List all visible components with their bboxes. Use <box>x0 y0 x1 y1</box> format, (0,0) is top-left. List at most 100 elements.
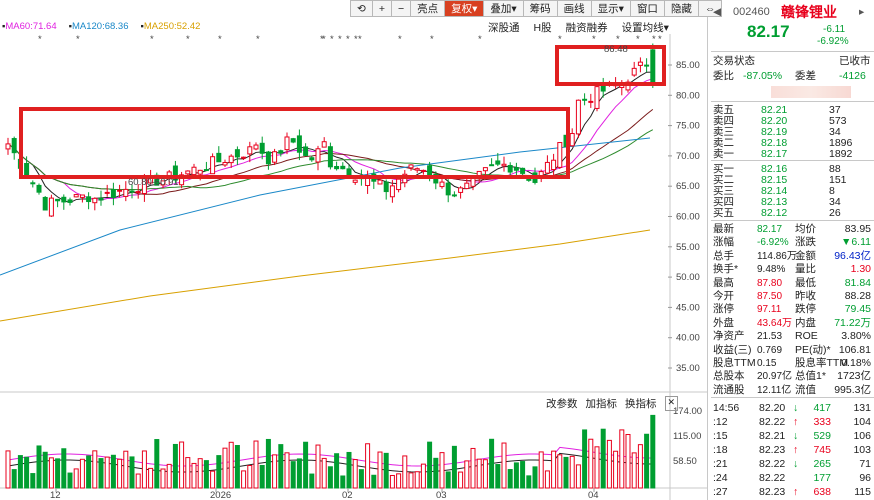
tick-volume: 265 <box>813 458 831 470</box>
kline-svg[interactable]: 85.00 80.00 75.00 70.00 65.00 60.00 55.00 50.00… <box>0 0 708 500</box>
tick-time: :27 <box>713 486 728 498</box>
date-tick-label: 12 <box>50 490 61 500</box>
volume-bar <box>172 443 178 489</box>
candle-body <box>594 86 600 109</box>
tick-row: :21 82.22 ↓ 265 71 <box>713 458 871 471</box>
volume-bar <box>644 433 650 489</box>
candle-body <box>36 184 42 193</box>
collapse-right-icon[interactable]: ▸ <box>859 3 864 21</box>
volume-bar <box>241 470 247 489</box>
volume-bar <box>464 460 470 489</box>
candle-body <box>439 181 445 188</box>
candle-body <box>222 161 228 166</box>
draw-line-button[interactable]: 画线 <box>557 0 592 17</box>
stat-label: 总值1* <box>795 370 826 383</box>
switch-indicator-link[interactable]: 换指标 <box>625 396 657 411</box>
plus-icon[interactable]: + <box>372 0 392 17</box>
tick-row: :24 82.22 177 96 <box>713 472 871 485</box>
volume-bar <box>439 452 445 489</box>
event-marker-icon: * <box>658 34 662 45</box>
candle-body <box>334 165 340 170</box>
tick-price: 82.23 <box>759 444 786 456</box>
event-marker-icon: * <box>592 34 596 45</box>
back-icon[interactable]: ⟲ <box>350 0 373 17</box>
tick-time: :15 <box>713 430 728 442</box>
candle-body <box>117 189 123 192</box>
volume-tick-label: 115.00 <box>673 431 701 442</box>
candle-body <box>513 167 519 171</box>
candle-body <box>445 182 451 196</box>
stat-label: 净资产 <box>713 330 745 343</box>
margin-trading-link[interactable]: 融资融券 <box>566 20 608 35</box>
stat-value: 0.18% <box>841 357 871 369</box>
event-marker-icon: * <box>346 34 350 45</box>
price-tick-label: 65.00 <box>676 181 700 192</box>
event-marker-icon: * <box>256 34 260 45</box>
tick-time: 14:56 <box>713 402 740 414</box>
stat-label: PE(动)* <box>795 343 831 356</box>
kline-chart-area[interactable]: 85.00 80.00 75.00 70.00 65.00 60.00 55.00 50.00… <box>0 0 723 500</box>
volume-bar <box>321 457 327 489</box>
volume-bar <box>265 438 271 489</box>
candle-body <box>210 156 216 175</box>
price-tick-label: 85.00 <box>676 60 700 71</box>
chips-button[interactable]: 筹码 <box>523 0 558 17</box>
tick-count: 106 <box>853 430 871 442</box>
tick-time: :21 <box>713 458 728 470</box>
volume-bar <box>507 469 513 489</box>
candle-body <box>482 167 488 172</box>
volume-bar <box>358 469 364 489</box>
tick-price: 82.22 <box>759 472 786 484</box>
price-tick-label: 70.00 <box>676 151 700 162</box>
candle-body <box>11 138 17 154</box>
candle-body <box>241 156 247 159</box>
volume-bar <box>247 465 253 489</box>
display-button[interactable]: 显示▾ <box>591 0 631 17</box>
adjust-button[interactable]: 复权▾ <box>445 0 485 17</box>
volume-bar <box>606 439 612 489</box>
candle-body <box>265 151 271 165</box>
price-tick-label: 35.00 <box>676 363 700 374</box>
stat-row: 流通股 12.11亿 流值 995.3亿 <box>713 384 871 397</box>
stat-label: 换手* <box>713 263 739 276</box>
hide-button[interactable]: 隐藏 <box>664 0 699 17</box>
overlay-button[interactable]: 叠加▾ <box>484 0 524 17</box>
candle-body <box>303 146 309 156</box>
volume-bar <box>377 451 383 489</box>
h-share-link[interactable]: H股 <box>534 20 552 35</box>
volume-bar <box>160 468 166 489</box>
modify-params-link[interactable]: 改参数 <box>546 396 578 411</box>
volume-bar <box>290 461 296 489</box>
shenzhen-connect-link[interactable]: 深股通 <box>488 20 520 35</box>
candle-body <box>247 146 253 155</box>
candle-body <box>30 182 36 185</box>
bid-row[interactable]: 买五 82.12 26 <box>713 207 871 220</box>
event-marker-icon: * <box>478 34 482 45</box>
candle-body <box>92 197 98 204</box>
volume-bar <box>458 471 464 489</box>
volume-bar <box>427 441 433 489</box>
volume-bar <box>637 444 643 489</box>
ma-settings-link[interactable]: 设置均线▾ <box>622 20 669 35</box>
add-indicator-link[interactable]: 加指标 <box>586 396 618 411</box>
candle-body <box>495 160 501 165</box>
candle-body <box>489 164 495 167</box>
collapse-icon[interactable]: ◀ <box>713 3 721 21</box>
ma-legend-item: ▪MA250:52.42 <box>140 21 201 32</box>
close-icon[interactable]: ✕ <box>664 396 679 411</box>
candle-body <box>197 169 203 175</box>
tick-row: :18 82.23 ↑ 745 103 <box>713 444 871 457</box>
minus-icon[interactable]: − <box>391 0 412 17</box>
last-price: 82.17 <box>747 22 790 41</box>
stat-value: 83.95 <box>844 223 871 235</box>
price-row: 82.17 -6.11 -6.92% <box>713 22 871 47</box>
candle-body <box>575 99 581 135</box>
candle-body <box>414 168 420 171</box>
volume-bar <box>520 461 526 489</box>
highlight-button[interactable]: 亮点 <box>411 0 446 17</box>
volume-bar <box>600 428 606 489</box>
candle-body <box>284 136 290 151</box>
volume-bar <box>383 452 389 489</box>
window-button[interactable]: 窗口 <box>630 0 665 17</box>
stat-label: 最新 <box>713 223 734 235</box>
